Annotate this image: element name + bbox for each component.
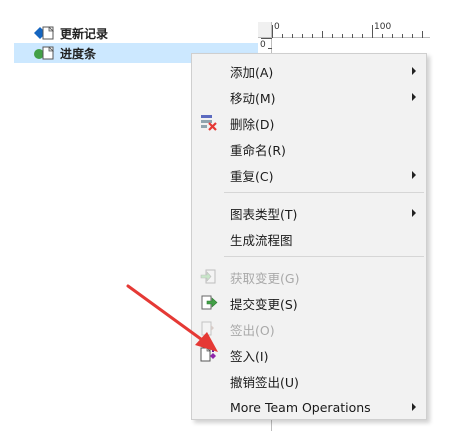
menu-item-label: More Team Operations: [230, 399, 371, 415]
ruler-top: 0 100: [272, 22, 430, 38]
submenu-arrow-icon: [412, 403, 416, 411]
tree-item-label: 更新记录: [60, 26, 109, 41]
submenu-arrow-icon: [412, 209, 416, 217]
update-log-icon: [32, 25, 56, 41]
menu-item-duplicate[interactable]: 重复(C): [192, 162, 426, 188]
menu-item-chart-type[interactable]: 图表类型(T): [192, 200, 426, 226]
menu-item-rename[interactable]: 重命名(R): [192, 136, 426, 162]
menu-item-more-team-operations[interactable]: More Team Operations: [192, 394, 426, 420]
ruler-top-label-100: 100: [374, 22, 392, 32]
menu-separator: [224, 256, 424, 257]
menu-item-label: 提交变更(S): [230, 296, 298, 312]
ruler-corner: [258, 22, 272, 38]
menu-item-label: 删除(D): [230, 116, 275, 132]
ruler-top-label-0: 0: [274, 22, 280, 32]
submenu-arrow-icon: [412, 93, 416, 101]
get-changes-icon: [199, 268, 219, 286]
menu-item-label: 图表类型(T): [230, 206, 298, 222]
menu-item-commit-changes[interactable]: 提交变更(S): [192, 290, 426, 316]
menu-item-label: 移动(M): [230, 90, 276, 106]
menu-item-generate-flowchart[interactable]: 生成流程图: [192, 226, 426, 252]
ruler-left-label-0: 0: [260, 40, 266, 50]
menu-item-label: 签出(O): [230, 322, 275, 338]
menu-item-label: 生成流程图: [230, 232, 293, 248]
menu-item-checkout: 签出(O): [192, 316, 426, 342]
menu-item-label: 签入(I): [230, 348, 269, 364]
submenu-arrow-icon: [412, 67, 416, 75]
menu-separator: [224, 192, 424, 193]
tree-item-label: 进度条: [60, 46, 97, 61]
menu-item-move[interactable]: 移动(M): [192, 84, 426, 110]
menu-item-checkin[interactable]: 签入(I): [192, 342, 426, 368]
delete-icon: [199, 114, 219, 132]
menu-item-undo-checkout[interactable]: 撤销签出(U): [192, 368, 426, 394]
tree-item-update-log[interactable]: 更新记录: [28, 23, 258, 43]
menu-item-get-changes: 获取变更(G): [192, 264, 426, 290]
menu-item-label: 重复(C): [230, 168, 274, 184]
checkout-icon: [199, 320, 219, 338]
progress-bar-icon: [32, 45, 56, 61]
context-menu: 添加(A) 移动(M) 删除(D) 重命名(R) 重复(C) 图表类型(T) 生…: [191, 53, 427, 420]
menu-item-label: 重命名(R): [230, 142, 286, 158]
submenu-arrow-icon: [412, 171, 416, 179]
menu-item-add[interactable]: 添加(A): [192, 58, 426, 84]
menu-item-label: 撤销签出(U): [230, 374, 299, 390]
checkin-icon: [199, 346, 219, 364]
menu-item-delete[interactable]: 删除(D): [192, 110, 426, 136]
menu-item-label: 添加(A): [230, 64, 274, 80]
commit-changes-icon: [199, 294, 219, 312]
menu-item-label: 获取变更(G): [230, 270, 300, 286]
